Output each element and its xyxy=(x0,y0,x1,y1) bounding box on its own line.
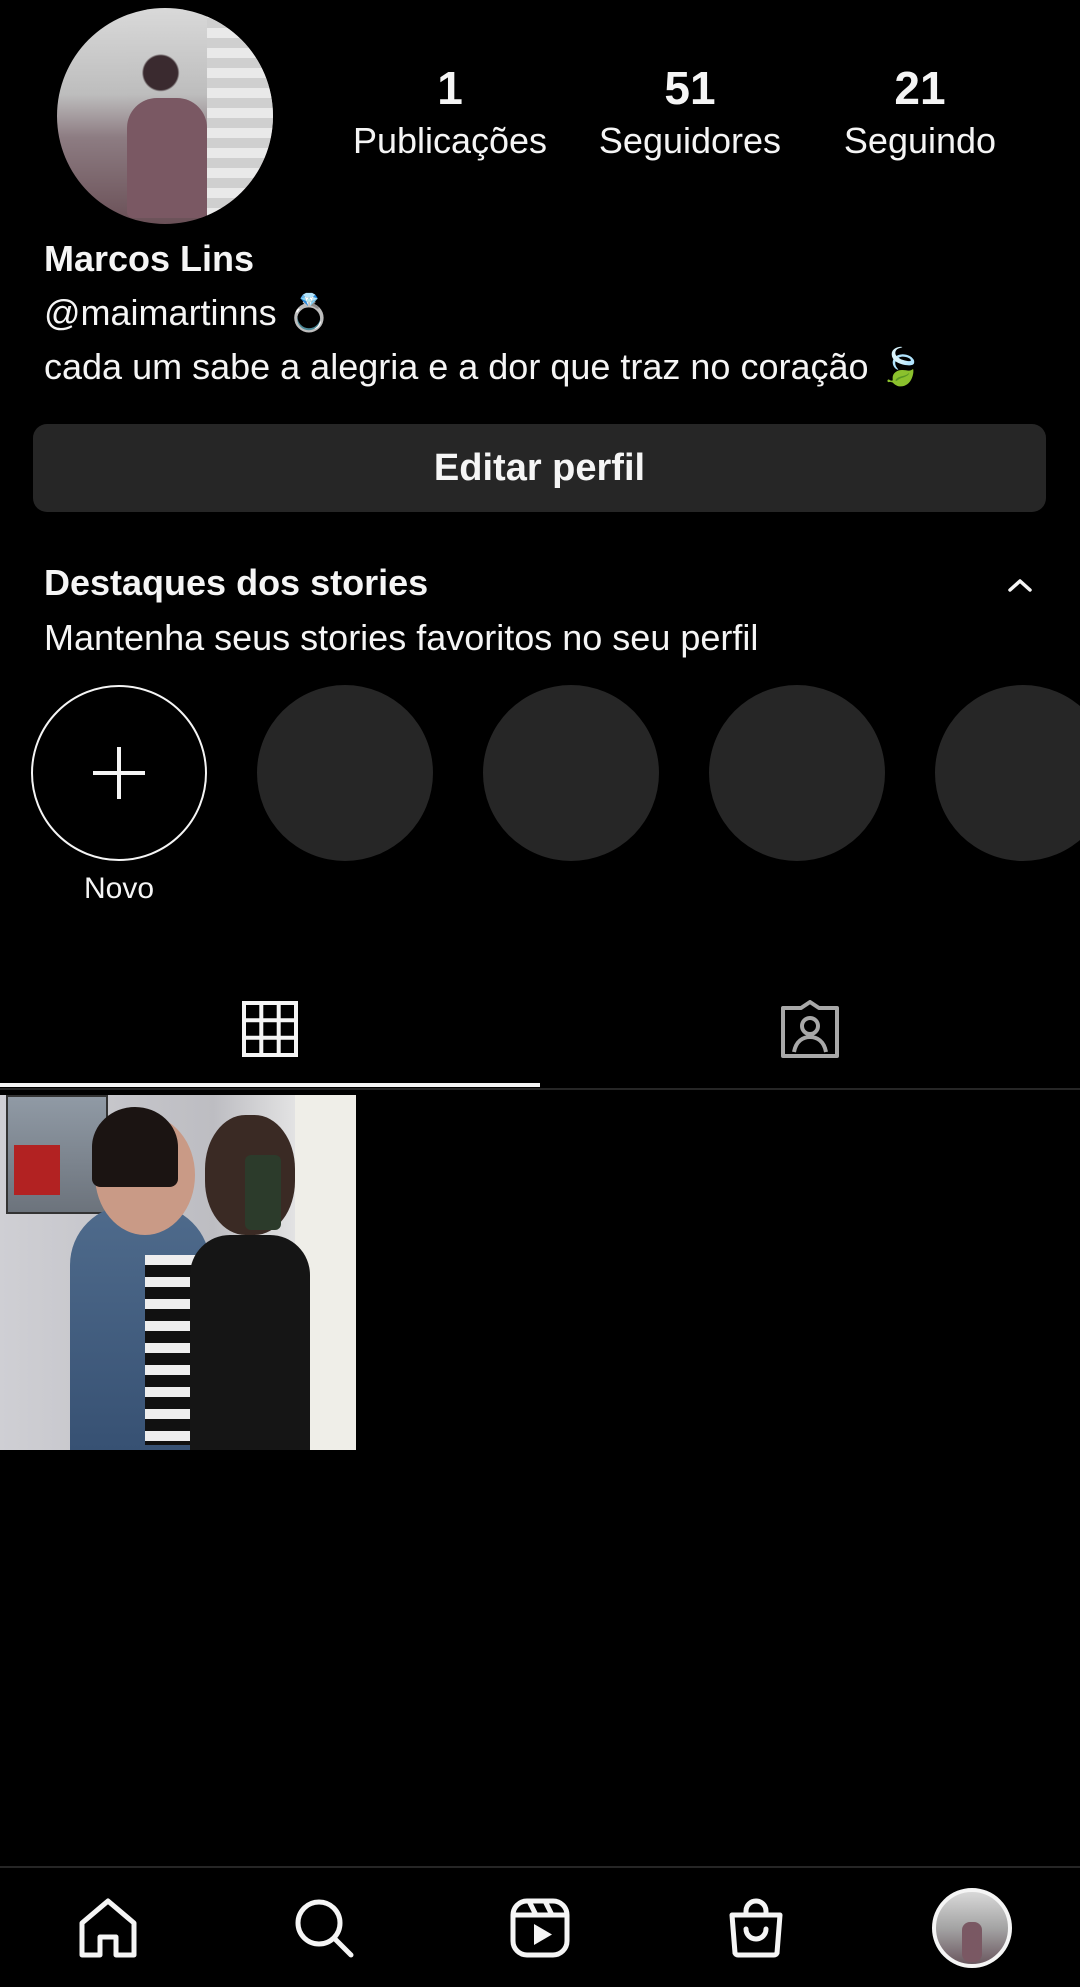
nav-home[interactable] xyxy=(0,1868,216,1987)
profile-tabs xyxy=(0,970,1080,1090)
edit-profile-button[interactable]: Editar perfil xyxy=(33,424,1046,512)
stat-following-label: Seguindo xyxy=(843,120,997,161)
active-tab-indicator xyxy=(0,1083,540,1087)
highlight-placeholder xyxy=(257,685,433,861)
avatar-figure xyxy=(127,98,207,218)
tab-grid[interactable] xyxy=(0,970,540,1088)
photo-detail xyxy=(14,1145,60,1195)
stat-posts-value: 1 xyxy=(437,62,463,114)
bottom-navigation xyxy=(0,1866,1080,1987)
highlights-title: Destaques dos stories xyxy=(44,562,429,603)
search-icon xyxy=(295,1899,354,1957)
stat-followers-label: Seguidores xyxy=(598,120,782,161)
new-highlight-button[interactable] xyxy=(31,685,207,861)
highlight-placeholder xyxy=(709,685,885,861)
stat-posts[interactable]: 1 Publicações xyxy=(330,60,570,166)
stat-following[interactable]: 21 Seguindo xyxy=(800,60,1040,166)
photo-detail xyxy=(190,1235,310,1450)
profile-name: Marcos Lins xyxy=(44,238,255,279)
stat-followers[interactable]: 51 Seguidores xyxy=(570,60,810,166)
stat-following-value: 21 xyxy=(894,62,946,114)
tab-tagged[interactable] xyxy=(540,970,1080,1088)
photo-detail xyxy=(92,1107,178,1187)
profile-handle[interactable]: @maimartinns 💍 xyxy=(44,286,1044,340)
post-thumbnail[interactable] xyxy=(0,1095,356,1450)
tagged-icon xyxy=(781,1000,839,1058)
plus-icon xyxy=(93,747,145,799)
profile-bio: Marcos Lins @maimartinns 💍 cada um sabe … xyxy=(44,232,1044,394)
profile-bio-text: cada um sabe a alegria e a dor que traz … xyxy=(44,346,924,387)
stat-posts-label: Publicações xyxy=(352,120,548,161)
nav-search[interactable] xyxy=(216,1868,432,1987)
nav-reels[interactable] xyxy=(432,1868,648,1987)
highlights-subtitle: Mantenha seus stories favoritos no seu p… xyxy=(44,617,759,658)
profile-header: 1 Publicações 51 Seguidores 21 Seguindo xyxy=(0,0,1080,230)
profile-avatar[interactable] xyxy=(57,8,273,224)
profile-avatar-small xyxy=(932,1887,1012,1968)
stat-followers-value: 51 xyxy=(664,62,716,114)
photo-detail xyxy=(245,1155,281,1230)
avatar-background xyxy=(207,8,273,224)
grid-icon xyxy=(242,1001,298,1057)
home-icon xyxy=(79,1898,137,1957)
chevron-up-icon[interactable] xyxy=(1000,565,1040,605)
highlight-placeholder xyxy=(935,685,1080,861)
avatar-figure xyxy=(962,1921,982,1962)
new-highlight-label: Novo xyxy=(83,872,155,905)
shop-icon xyxy=(729,1898,783,1957)
highlight-placeholder xyxy=(483,685,659,861)
profile-stats: 1 Publicações 51 Seguidores 21 Seguindo xyxy=(330,60,1030,180)
nav-shop[interactable] xyxy=(648,1868,864,1987)
nav-profile[interactable] xyxy=(864,1868,1080,1987)
reels-icon xyxy=(510,1898,570,1957)
